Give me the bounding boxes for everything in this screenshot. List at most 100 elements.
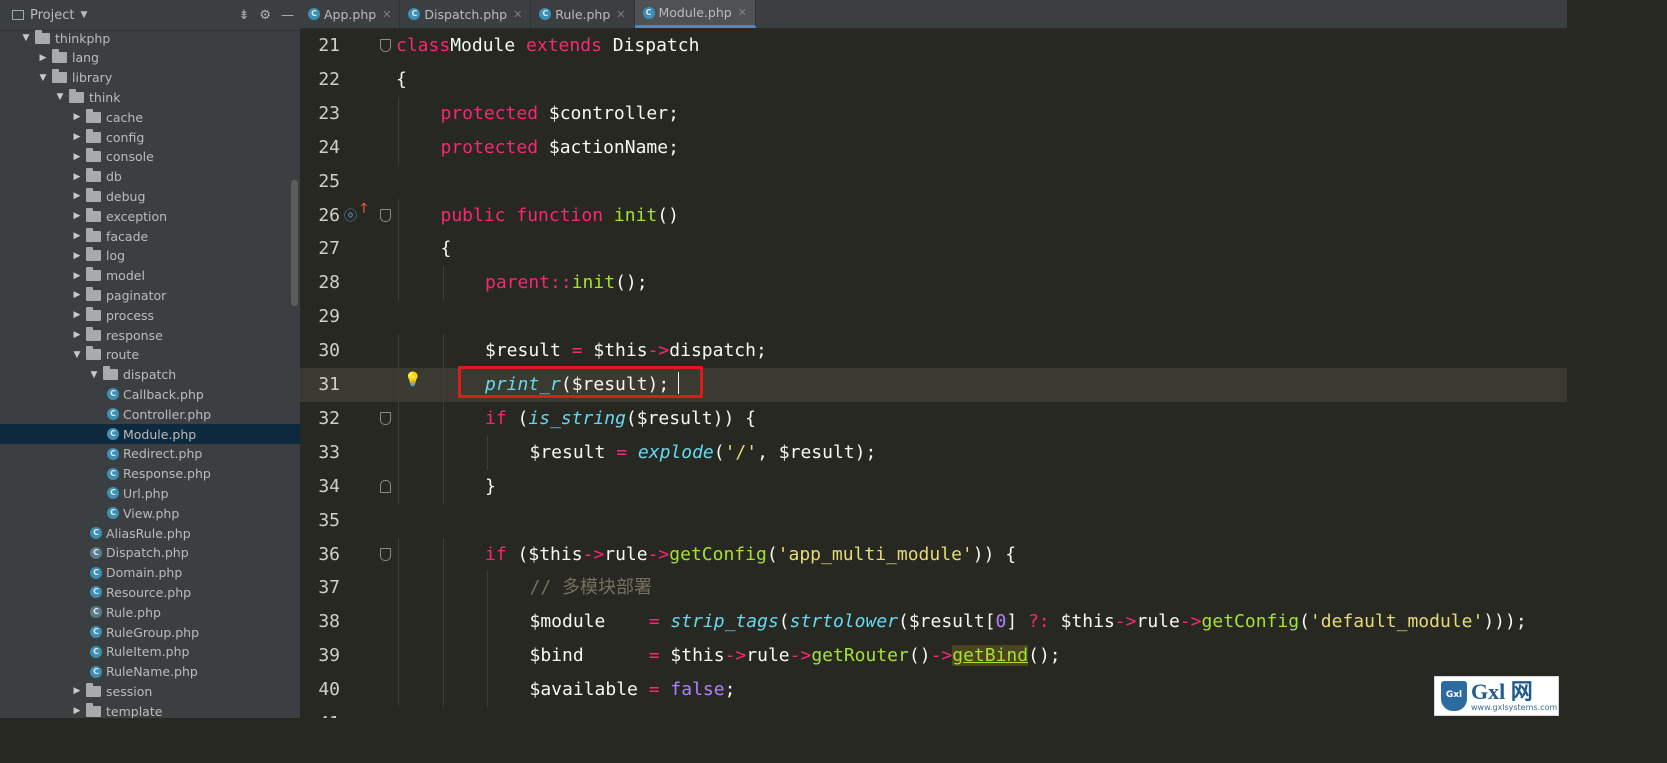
expanded-arrow-icon[interactable]: ▼ xyxy=(54,92,66,102)
code-line[interactable]: 33 $result = explode('/', $result); xyxy=(300,435,1567,470)
line-number[interactable]: 36 xyxy=(300,538,340,572)
fold-marker-icon[interactable] xyxy=(380,547,391,561)
collapsed-arrow-icon[interactable]: ▶ xyxy=(71,290,83,300)
code-line[interactable]: 39 $bind = $this->rule->getRouter()->getB… xyxy=(300,639,1567,674)
line-number[interactable]: 29 xyxy=(300,300,340,334)
fold-marker-icon[interactable] xyxy=(380,39,391,52)
collapsed-arrow-icon[interactable]: ▶ xyxy=(71,132,83,142)
code-line[interactable]: 34} xyxy=(300,469,1567,504)
tree-file[interactable]: C Module.php xyxy=(0,424,300,444)
line-number[interactable]: 35 xyxy=(300,504,340,538)
tree-file[interactable]: C Controller.php xyxy=(0,404,300,424)
line-number[interactable]: 25 xyxy=(300,165,340,199)
code-line[interactable]: 37 // 多模块部署 xyxy=(300,571,1567,606)
code-line[interactable]: 24 protected $actionName; xyxy=(300,130,1567,165)
tree-folder[interactable]: ▼ library xyxy=(0,68,300,88)
line-number[interactable]: 37 xyxy=(300,571,340,605)
collapsed-arrow-icon[interactable]: ▶ xyxy=(71,310,83,320)
tree-folder[interactable]: ▶ log xyxy=(0,246,300,266)
tree-file[interactable]: C Redirect.php xyxy=(0,444,300,464)
code-editor[interactable]: 21 classModule extends Dispatch 22 {23 prote… xyxy=(300,29,1567,718)
gear-icon[interactable]: ⚙ xyxy=(259,8,271,23)
line-number[interactable]: 30 xyxy=(300,334,340,368)
line-number[interactable]: 38 xyxy=(300,605,340,639)
project-panel-header[interactable]: Project ▼ ⇟ ⚙ — xyxy=(0,0,300,31)
tree-folder[interactable]: ▶ db xyxy=(0,167,300,187)
code-line[interactable]: 38 $module = strip_tags(strtolower($resul… xyxy=(300,605,1567,640)
tree-folder[interactable]: ▶ console xyxy=(0,147,300,167)
line-number[interactable]: 22 xyxy=(300,63,340,97)
collapsed-arrow-icon[interactable]: ▶ xyxy=(37,53,49,63)
tree-file[interactable]: C AliasRule.php xyxy=(0,523,300,543)
editor-tab[interactable]: C Module.php ✕ xyxy=(634,0,756,28)
close-icon[interactable]: ✕ xyxy=(616,8,625,21)
collapsed-arrow-icon[interactable]: ▶ xyxy=(71,330,83,340)
tree-folder[interactable]: ▶ debug xyxy=(0,186,300,206)
project-panel-title[interactable]: Project xyxy=(30,8,74,23)
tree-file[interactable]: C View.php xyxy=(0,503,300,523)
close-icon[interactable]: ✕ xyxy=(382,8,391,21)
code-line[interactable]: 28 parent::init(); xyxy=(300,266,1567,301)
tree-file[interactable]: C Rule.php xyxy=(0,602,300,622)
line-number[interactable]: 31 xyxy=(300,368,340,402)
tree-folder[interactable]: ▼ think xyxy=(0,87,300,107)
code-line[interactable]: 41 xyxy=(300,707,1567,718)
tree-file[interactable]: C RuleName.php xyxy=(0,662,300,682)
lightbulb-icon[interactable]: 💡 xyxy=(404,372,421,388)
collapsed-arrow-icon[interactable]: ▶ xyxy=(71,211,83,221)
collapsed-arrow-icon[interactable]: ▶ xyxy=(71,231,83,241)
line-number[interactable]: 33 xyxy=(300,436,340,470)
up-arrow-icon[interactable]: ↑ xyxy=(358,201,370,217)
line-number[interactable]: 23 xyxy=(300,97,340,131)
code-line[interactable]: 25 xyxy=(300,165,1567,199)
expanded-arrow-icon[interactable]: ▼ xyxy=(20,33,32,43)
expanded-arrow-icon[interactable]: ▼ xyxy=(88,370,100,380)
expanded-arrow-icon[interactable]: ▼ xyxy=(37,73,49,83)
tree-folder[interactable]: ▼ route xyxy=(0,345,300,365)
line-number[interactable]: 39 xyxy=(300,639,340,673)
tree-folder[interactable]: ▶ paginator xyxy=(0,285,300,305)
minimize-icon[interactable]: — xyxy=(281,8,294,23)
collapsed-arrow-icon[interactable]: ▶ xyxy=(71,271,83,281)
tree-folder[interactable]: ▶ exception xyxy=(0,206,300,226)
tree-folder[interactable]: ▶ model xyxy=(0,266,300,286)
expanded-arrow-icon[interactable]: ▼ xyxy=(71,350,83,360)
code-line[interactable]: 30 $result = $this->dispatch; xyxy=(300,334,1567,369)
code-line[interactable]: 40 $available = false; xyxy=(300,673,1567,708)
tree-folder[interactable]: ▼ dispatch xyxy=(0,365,300,385)
line-number[interactable]: 24 xyxy=(300,131,340,165)
code-line[interactable]: 32 if (is_string($result)) { xyxy=(300,401,1567,436)
line-number[interactable]: 34 xyxy=(300,470,340,504)
line-number[interactable]: 28 xyxy=(300,266,340,300)
fold-marker-icon[interactable] xyxy=(380,479,391,493)
code-line[interactable]: 27 { xyxy=(300,232,1567,267)
code-line[interactable]: 36 if ($this->rule->getConfig('app_multi_… xyxy=(300,537,1567,572)
tree-file[interactable]: C RuleGroup.php xyxy=(0,622,300,642)
code-line[interactable]: 29 xyxy=(300,300,1567,334)
editor-tab[interactable]: C App.php ✕ xyxy=(300,0,401,28)
code-line[interactable]: 23 protected $controller; xyxy=(300,96,1567,131)
collapsed-arrow-icon[interactable]: ▶ xyxy=(71,706,83,716)
override-marker-icon[interactable]: ⓞ xyxy=(344,205,357,224)
sidebar-scrollbar[interactable] xyxy=(291,180,298,306)
tree-file[interactable]: C Resource.php xyxy=(0,582,300,602)
chevron-down-icon[interactable]: ▼ xyxy=(80,10,87,20)
collapse-all-icon[interactable]: ⇟ xyxy=(238,8,249,23)
collapsed-arrow-icon[interactable]: ▶ xyxy=(71,251,83,261)
line-number[interactable]: 41 xyxy=(300,707,340,718)
fold-marker-icon[interactable] xyxy=(380,208,391,222)
tree-folder[interactable]: ▼ thinkphp xyxy=(0,28,300,48)
editor-tab[interactable]: C Dispatch.php ✕ xyxy=(400,0,532,28)
collapsed-arrow-icon[interactable]: ▶ xyxy=(71,191,83,201)
editor-tab[interactable]: C Rule.php ✕ xyxy=(531,0,635,28)
collapsed-arrow-icon[interactable]: ▶ xyxy=(71,686,83,696)
tree-folder[interactable]: ▶ session xyxy=(0,681,300,701)
fold-marker-icon[interactable] xyxy=(380,411,391,425)
line-number[interactable]: 32 xyxy=(300,402,340,436)
collapsed-arrow-icon[interactable]: ▶ xyxy=(71,112,83,122)
collapsed-arrow-icon[interactable]: ▶ xyxy=(71,152,83,162)
code-line[interactable]: 22 { xyxy=(300,63,1567,97)
line-number[interactable]: 40 xyxy=(300,673,340,707)
tree-folder[interactable]: ▶ cache xyxy=(0,107,300,127)
tree-folder[interactable]: ▶ response xyxy=(0,325,300,345)
